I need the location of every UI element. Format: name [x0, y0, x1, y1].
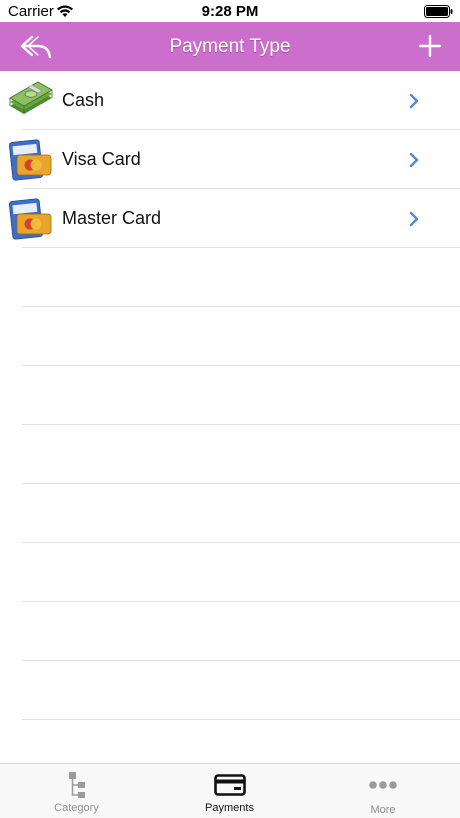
row-separator	[22, 719, 460, 720]
payment-type-label: Master Card	[62, 208, 162, 228]
tab-bar: Category Payments More	[0, 763, 460, 818]
chevron-right-icon	[409, 93, 419, 109]
list-item-master-card[interactable]: Master Card	[0, 189, 460, 248]
credit-card-icon	[8, 198, 52, 240]
empty-row	[0, 425, 460, 484]
empty-row	[0, 248, 460, 307]
empty-row	[0, 602, 460, 661]
empty-row	[0, 307, 460, 366]
status-time: 9:28 PM	[201, 3, 259, 20]
page-title: Payment Type	[169, 36, 291, 57]
list-item-cash[interactable]: Cash	[0, 71, 460, 130]
category-tree-icon	[68, 772, 85, 798]
payment-card-icon	[213, 774, 246, 796]
list-item-visa-card[interactable]: Visa Card	[0, 130, 460, 189]
empty-row	[0, 661, 460, 720]
more-dots-icon	[369, 781, 397, 789]
credit-card-icon	[8, 139, 52, 181]
plus-icon[interactable]	[418, 34, 442, 58]
tab-label: Payments	[205, 802, 254, 814]
chevron-right-icon	[409, 152, 419, 168]
payment-type-label: Visa Card	[62, 149, 141, 169]
battery-icon	[424, 5, 453, 18]
payment-type-list: Cash Visa Card Master Card	[0, 71, 460, 763]
empty-row	[0, 543, 460, 602]
cash-icon	[9, 81, 53, 114]
payment-type-label: Cash	[62, 90, 105, 110]
tab-category[interactable]: Category	[0, 764, 153, 818]
chevron-right-icon	[409, 211, 419, 227]
empty-row	[0, 484, 460, 543]
tab-label: Category	[54, 802, 99, 814]
empty-row	[0, 366, 460, 425]
tab-label: More	[370, 804, 396, 816]
tab-more[interactable]: More	[306, 764, 460, 818]
status-bar: Carrier 9:28 PM	[0, 0, 460, 22]
navigation-bar: Payment Type	[0, 22, 460, 71]
tab-payments[interactable]: Payments	[153, 764, 306, 818]
